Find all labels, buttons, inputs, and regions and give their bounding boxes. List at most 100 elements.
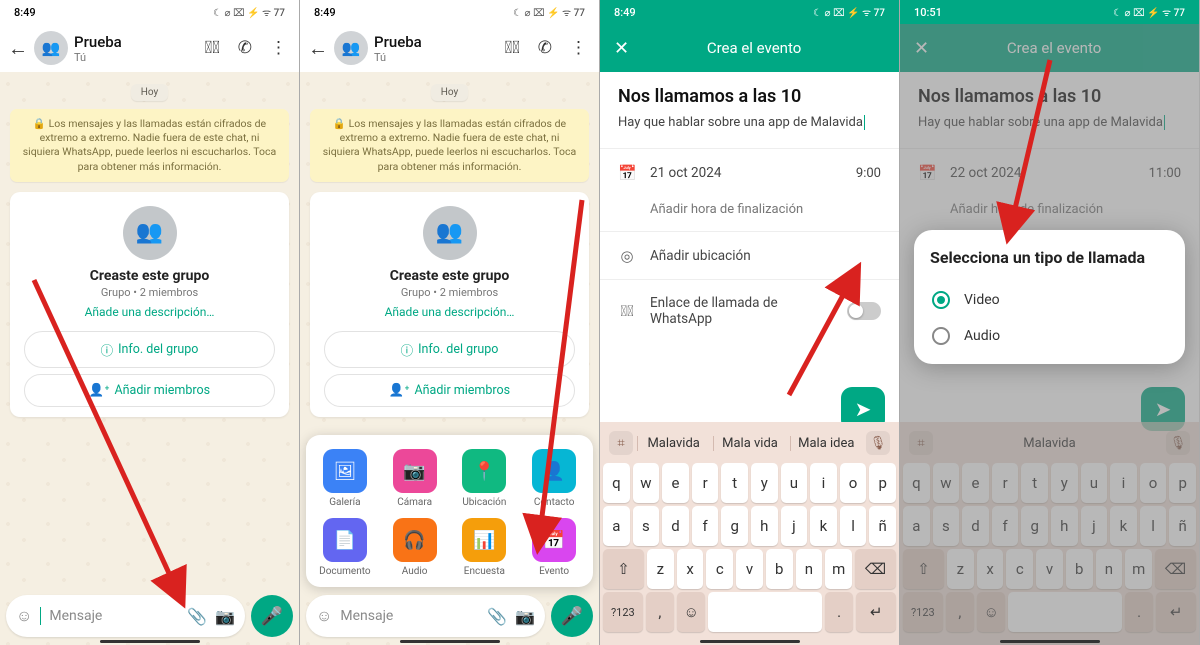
key-ñ[interactable]: ñ (869, 506, 896, 546)
message-input[interactable]: ☺ Mensaje 📎 📷 (306, 595, 545, 637)
key-n[interactable]: n (796, 549, 823, 589)
sticker-icon[interactable]: ☺ (316, 606, 332, 626)
key-u[interactable]: u (781, 463, 808, 503)
avatar[interactable]: 👥 (334, 31, 368, 65)
suggestion[interactable]: Malavida (637, 436, 709, 451)
kbd-menu-icon[interactable]: ⌗ (609, 431, 633, 455)
backspace-key[interactable]: ⌫ (855, 549, 896, 589)
status-bar: 8:49 ☾ ⌀ ⌧ ⚡ ᯤ 77 (600, 0, 899, 24)
voice-call-icon[interactable]: ✆ (538, 38, 552, 58)
mic-button[interactable]: 🎤 (551, 595, 593, 637)
video-call-icon[interactable]: ▢⃝ (505, 38, 520, 58)
chat-name: Prueba (74, 33, 199, 51)
key-z[interactable]: z (647, 549, 674, 589)
key-o[interactable]: o (840, 463, 867, 503)
home-indicator[interactable] (400, 640, 500, 643)
radio-icon (932, 327, 950, 345)
add-end-time[interactable]: Añadir hora de finalización (618, 196, 881, 231)
key-p[interactable]: p (869, 463, 896, 503)
home-indicator[interactable] (700, 640, 800, 643)
document-icon: 📄 (323, 518, 367, 562)
option-video[interactable]: Video (930, 282, 1169, 318)
key-d[interactable]: d (662, 506, 689, 546)
camera-icon: 📷 (393, 449, 437, 493)
kbd-mic-icon[interactable]: 🎙 (866, 431, 890, 455)
numbers-key[interactable]: ?123 (603, 592, 643, 632)
camera-icon[interactable]: 📷 (215, 607, 235, 626)
poll-icon: 📊 (462, 518, 506, 562)
key-t[interactable]: t (721, 463, 748, 503)
sticker-icon[interactable]: ☺ (16, 606, 32, 626)
key-a[interactable]: a (603, 506, 630, 546)
key-l[interactable]: l (840, 506, 867, 546)
back-icon[interactable]: ← (308, 36, 328, 61)
avatar[interactable]: 👥 (34, 31, 68, 65)
radio-icon (932, 291, 950, 309)
encryption-notice[interactable]: 🔒 Los mensajes y las llamadas están cifr… (10, 109, 289, 182)
emoji-key[interactable]: ☺ (677, 592, 705, 632)
event-description-input[interactable]: Hay que hablar sobre una app de Malavida (618, 115, 881, 130)
key-c[interactable]: c (706, 549, 733, 589)
suggestion[interactable]: Mala idea (790, 436, 862, 451)
chat-subtitle: Tú (74, 51, 199, 64)
space-key[interactable] (708, 592, 821, 632)
key-g[interactable]: g (721, 506, 748, 546)
key-s[interactable]: s (633, 506, 660, 546)
key-k[interactable]: k (810, 506, 837, 546)
more-icon[interactable]: ⋮ (270, 38, 287, 58)
camera-icon[interactable]: 📷 (515, 607, 535, 626)
status-icons: ☾ ⌀ ⌧ ⚡ ᯤ 77 (213, 5, 285, 19)
key-m[interactable]: m (825, 549, 852, 589)
gallery-icon: 🖼 (323, 449, 367, 493)
key-y[interactable]: y (751, 463, 778, 503)
period-key[interactable]: . (825, 592, 853, 632)
location-pin-icon: ◎ (618, 247, 636, 265)
key-q[interactable]: q (603, 463, 630, 503)
back-icon[interactable]: ← (8, 36, 28, 61)
mic-button[interactable]: 🎤 (251, 595, 293, 637)
attach-gallery[interactable]: 🖼Galería (312, 449, 378, 508)
event-date-row[interactable]: 📅 21 oct 2024 9:00 (618, 149, 881, 196)
key-r[interactable]: r (692, 463, 719, 503)
screen-chat: 8:49 ☾ ⌀ ⌧ ⚡ ᯤ 77 ← 👥 Prueba Tú ▢⃝ ✆ ⋮ H… (0, 0, 300, 645)
key-b[interactable]: b (766, 549, 793, 589)
status-bar: 8:49 ☾ ⌀ ⌧ ⚡ ᯤ 77 (0, 0, 299, 24)
key-h[interactable]: h (751, 506, 778, 546)
attach-document[interactable]: 📄Documento (312, 518, 378, 577)
keyboard[interactable]: ⌗ Malavida Mala vida Mala idea 🎙 qwertyu… (600, 422, 899, 645)
attach-poll[interactable]: 📊Encuesta (452, 518, 518, 577)
event-title-input[interactable]: Nos llamamos a las 10 (618, 86, 881, 107)
location-icon: 📍 (462, 449, 506, 493)
suggestion[interactable]: Mala vida (713, 436, 785, 451)
popup-title: Selecciona un tipo de llamada (930, 248, 1169, 268)
attach-location[interactable]: 📍Ubicación (452, 449, 518, 508)
enter-key[interactable]: ↵ (856, 592, 896, 632)
headphones-icon: 🎧 (393, 518, 437, 562)
attach-icon[interactable]: 📎 (487, 607, 507, 626)
group-avatar-icon: 👥 (123, 206, 177, 260)
more-icon[interactable]: ⋮ (570, 38, 587, 58)
key-x[interactable]: x (677, 549, 704, 589)
status-bar: 10:51 ☾ ⌀ ⌧ ⚡ ᯤ 77 (900, 0, 1199, 24)
key-e[interactable]: e (662, 463, 689, 503)
call-type-popup: Selecciona un tipo de llamada Video Audi… (914, 230, 1185, 364)
calendar-icon: 📅 (618, 164, 636, 182)
screen-create-event: 8:49 ☾ ⌀ ⌧ ⚡ ᯤ 77 ✕ Crea el evento Nos l… (600, 0, 900, 645)
key-w[interactable]: w (633, 463, 660, 503)
chat-header: ← 👥 Prueba Tú ▢⃝ ✆ ⋮ (0, 24, 299, 72)
home-indicator[interactable] (100, 640, 200, 643)
home-indicator[interactable] (1000, 640, 1100, 643)
status-bar: 8:49 ☾ ⌀ ⌧ ⚡ ᯤ 77 (300, 0, 599, 24)
key-f[interactable]: f (692, 506, 719, 546)
comma-key[interactable]: , (646, 592, 674, 632)
attach-audio[interactable]: 🎧Audio (382, 518, 448, 577)
video-call-icon[interactable]: ▢⃝ (205, 38, 220, 58)
voice-call-icon[interactable]: ✆ (238, 38, 252, 58)
close-icon[interactable]: ✕ (614, 38, 629, 59)
attach-camera[interactable]: 📷Cámara (382, 449, 448, 508)
key-v[interactable]: v (736, 549, 763, 589)
option-audio[interactable]: Audio (930, 318, 1169, 354)
key-i[interactable]: i (810, 463, 837, 503)
key-j[interactable]: j (781, 506, 808, 546)
shift-key[interactable]: ⇧ (603, 549, 644, 589)
